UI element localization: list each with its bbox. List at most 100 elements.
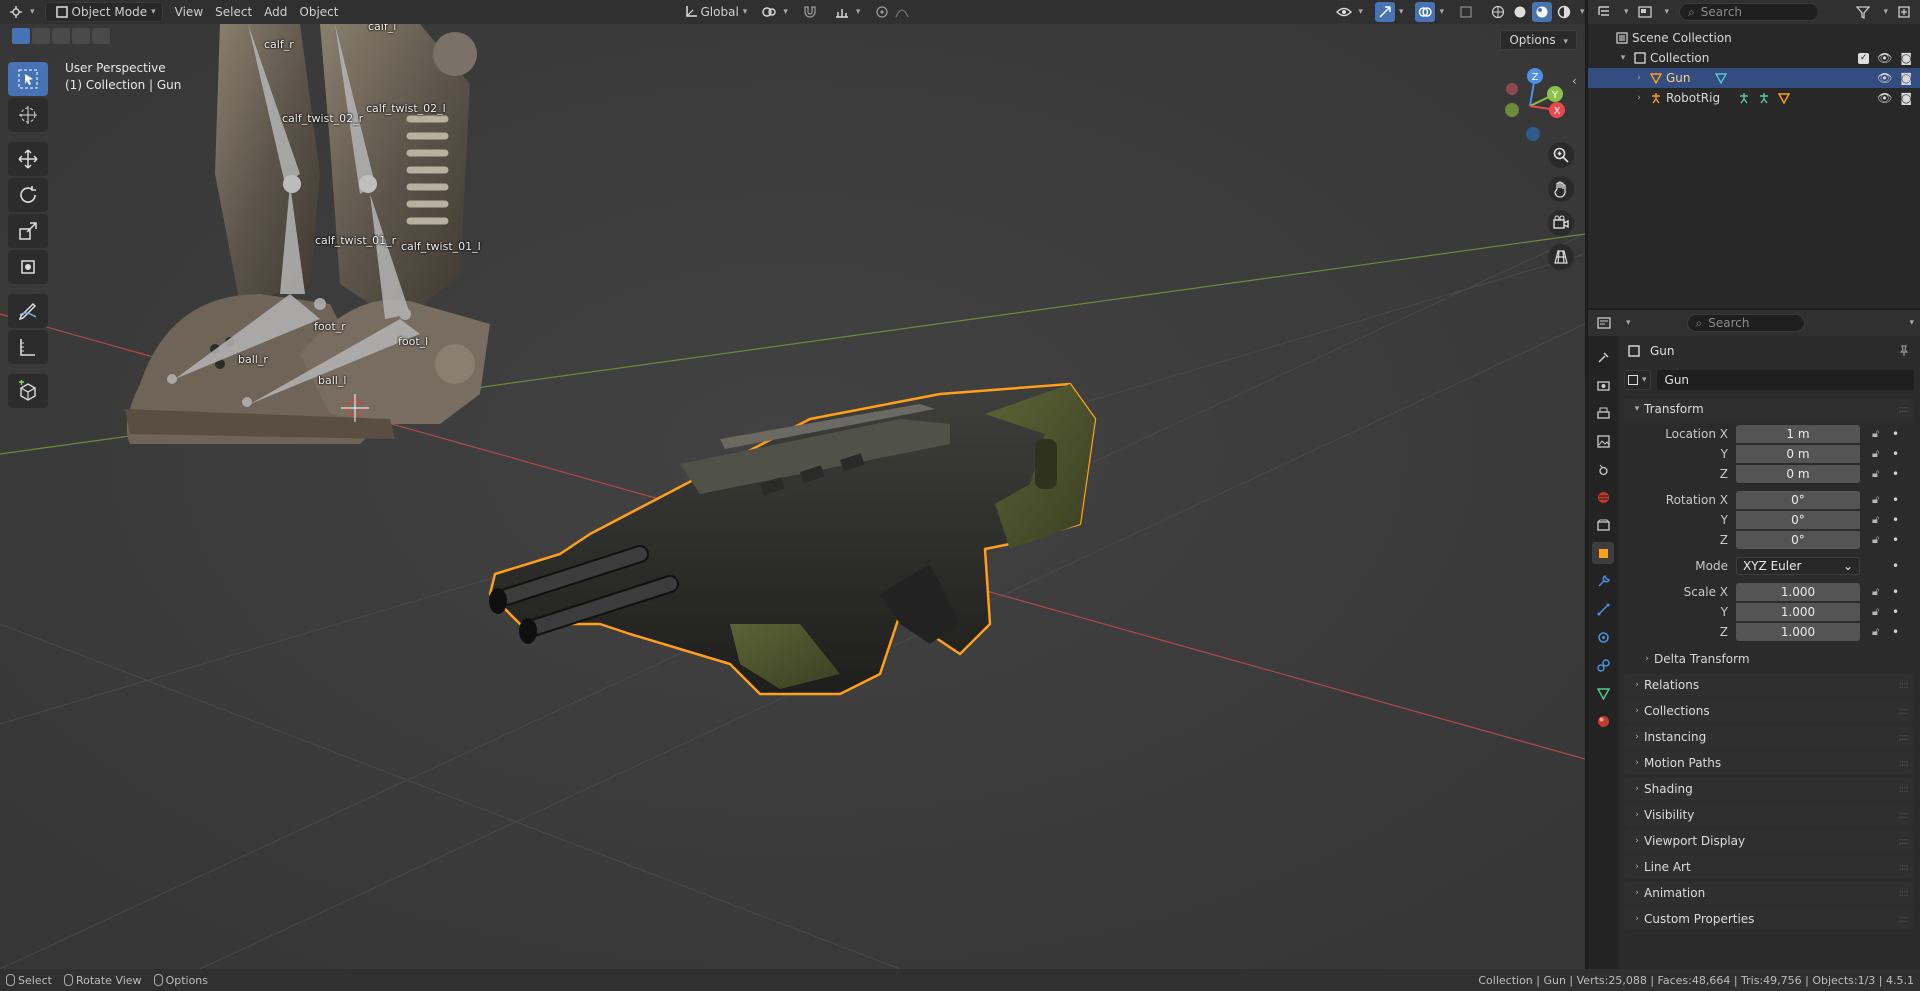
transform-panel-header[interactable]: ▾ Transform :::: [1624,398,1914,420]
panel-collections[interactable]: › Collections:::: [1624,700,1914,722]
checkbox-icon[interactable]: ✓ [1858,52,1870,64]
zoom-button[interactable] [1548,142,1574,168]
eye-icon[interactable]: 👁 [1877,71,1892,85]
panel-motion-paths[interactable]: › Motion Paths:::: [1624,752,1914,774]
keyframe-dot-icon[interactable]: • [1892,447,1899,461]
drag-grip-icon[interactable]: :::: [1899,914,1910,925]
drag-grip-icon[interactable]: :::: [1899,836,1910,847]
shading-modes[interactable]: ▾ [1482,2,1591,22]
select-extend-button[interactable] [32,28,50,44]
object-name-field[interactable]: Gun [1656,370,1914,390]
delta-transform-subpanel[interactable]: › Delta Transform [1624,648,1914,670]
tab-material[interactable] [1592,710,1614,732]
tab-view-layer[interactable] [1592,430,1614,452]
rotate-tool[interactable] [8,178,48,212]
keyframe-dot-icon[interactable]: • [1892,513,1899,527]
drag-grip-icon[interactable]: :::: [1899,758,1910,769]
tab-render[interactable] [1592,374,1614,396]
tab-constraints[interactable] [1592,654,1614,676]
menu-object[interactable]: Object [293,2,344,22]
properties-search-input[interactable]: ⌕ Search [1686,314,1805,332]
panel-instancing[interactable]: › Instancing:::: [1624,726,1914,748]
tab-modifiers[interactable] [1592,570,1614,592]
tab-output[interactable] [1592,402,1614,424]
location-y-field[interactable]: 0 m [1736,445,1860,463]
snap-target-dropdown[interactable]: ▾ [826,2,867,22]
camera-icon[interactable]: ◙ [1900,51,1912,65]
lock-icon[interactable]: 🔓︎ [1872,427,1879,441]
tab-object[interactable] [1592,542,1614,564]
menu-add[interactable]: Add [258,2,293,22]
keyframe-dot-icon[interactable]: • [1892,493,1899,507]
select-box-tool[interactable] [8,62,48,96]
options-dropdown[interactable]: Options ▾ [1500,30,1577,50]
tab-particles[interactable] [1592,598,1614,620]
drag-grip-icon[interactable]: :::: [1899,404,1910,415]
tab-world[interactable] [1592,486,1614,508]
lock-icon[interactable]: 🔓︎ [1872,585,1879,599]
expand-down-icon[interactable]: ▾ [1616,53,1630,63]
tab-physics[interactable] [1592,626,1614,648]
add-cube-tool[interactable] [8,374,48,408]
location-x-field[interactable]: 1 m [1736,425,1860,443]
move-tool[interactable] [8,142,48,176]
measure-tool[interactable] [8,330,48,364]
object-browse-dropdown[interactable]: ▾ [1624,370,1651,390]
keyframe-dot-icon[interactable]: • [1892,625,1899,639]
select-invert-button[interactable] [72,28,90,44]
pan-button[interactable] [1548,176,1574,202]
keyframe-dot-icon[interactable]: • [1892,605,1899,619]
drag-grip-icon[interactable]: :::: [1899,680,1910,691]
keyframe-dot-icon[interactable]: • [1892,427,1899,441]
lock-icon[interactable]: 🔓︎ [1872,533,1879,547]
xray-toggle[interactable] [1450,2,1482,22]
menu-view[interactable]: View [169,2,209,22]
lock-icon[interactable]: 🔓︎ [1872,493,1879,507]
orientation-dropdown[interactable]: Global ▾ [675,2,754,22]
expand-right-icon[interactable]: › [1632,93,1646,103]
drag-grip-icon[interactable]: :::: [1899,810,1910,821]
navigation-gizmo[interactable]: Z Y X [1495,64,1565,144]
annotate-tool[interactable] [8,294,48,328]
scale-tool[interactable] [8,214,48,248]
lock-icon[interactable]: 🔓︎ [1872,513,1879,527]
panel-relations[interactable]: › Relations:::: [1624,674,1914,696]
chevron-down-icon[interactable]: ▾ [1909,318,1914,328]
outliner-editor-icon[interactable] [1594,2,1614,22]
select-intersect-button[interactable] [92,28,110,44]
panel-line-art[interactable]: › Line Art:::: [1624,856,1914,878]
location-z-field[interactable]: 0 m [1736,465,1860,483]
panel-animation[interactable]: › Animation:::: [1624,882,1914,904]
visibility-dropdown[interactable]: ▾ [1328,2,1369,22]
outliner-item-gun[interactable]: › Gun 👁 ◙ [1588,68,1920,88]
lock-icon[interactable]: 🔓︎ [1872,625,1879,639]
scale-z-field[interactable]: 1.000 [1736,623,1860,641]
outliner-item-robotrig[interactable]: › RobotRig 👁 ◙ [1588,88,1920,108]
menu-select[interactable]: Select [209,2,258,22]
sidebar-toggle-icon[interactable]: ‹ [1572,74,1577,88]
camera-icon[interactable]: ◙ [1900,91,1912,105]
editor-type-button[interactable]: ▾ [0,2,41,22]
eye-icon[interactable]: 👁 [1877,51,1892,65]
scale-y-field[interactable]: 1.000 [1736,603,1860,621]
drag-grip-icon[interactable]: :::: [1899,862,1910,873]
tab-collection[interactable] [1592,514,1614,536]
keyframe-dot-icon[interactable]: • [1892,585,1899,599]
eye-icon[interactable]: 👁 [1877,91,1892,105]
filter-icon[interactable] [1853,2,1873,22]
cursor-tool[interactable] [8,98,48,132]
select-subtract-button[interactable] [52,28,70,44]
drag-grip-icon[interactable]: :::: [1899,888,1910,899]
tab-data[interactable] [1592,682,1614,704]
wireframe-shading-icon[interactable] [1488,2,1508,22]
drag-grip-icon[interactable]: :::: [1899,784,1910,795]
scale-x-field[interactable]: 1.000 [1736,583,1860,601]
panel-viewport-display[interactable]: › Viewport Display:::: [1624,830,1914,852]
lock-icon[interactable]: 🔓︎ [1872,605,1879,619]
rotation-mode-dropdown[interactable]: XYZ Euler ⌄ [1736,557,1860,575]
outliner-collection[interactable]: ▾ Collection ✓ 👁 ◙ [1588,48,1920,68]
mode-dropdown[interactable]: Object Mode ▾ [44,2,163,22]
drag-grip-icon[interactable]: :::: [1899,732,1910,743]
lock-icon[interactable]: 🔓︎ [1872,447,1879,461]
panel-visibility[interactable]: › Visibility:::: [1624,804,1914,826]
